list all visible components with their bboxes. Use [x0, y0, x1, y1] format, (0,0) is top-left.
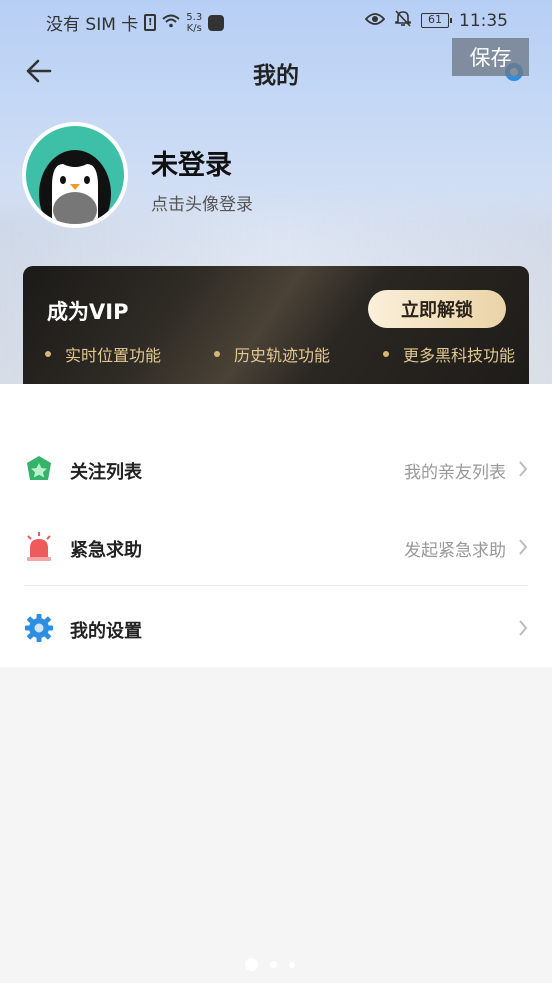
menu-item-label: 关注列表 [70, 462, 142, 483]
unlock-button[interactable]: 立即解锁 [368, 290, 506, 328]
menu-item-settings[interactable]: 我的设置 [0, 589, 552, 667]
login-hint[interactable]: 点击头像登录 [151, 190, 253, 215]
page-indicator [245, 958, 295, 971]
chevron-right-icon [519, 461, 528, 477]
bullet-dot-icon [382, 351, 389, 357]
clock: 11:35 [459, 10, 508, 31]
divider [24, 585, 528, 586]
vip-feature: 实时位置功能 [45, 342, 161, 366]
app-notification-icon [208, 14, 225, 31]
speed-value: 5.3 [186, 11, 203, 23]
vip-feature-label: 历史轨迹功能 [233, 346, 330, 365]
page-dot [289, 961, 295, 968]
status-bar: 没有 SIM 卡 ! 5.3 K/s 61 11:35 [0, 0, 552, 42]
battery-icon: 61 [421, 13, 452, 28]
vip-title: 成为VIP [47, 300, 129, 324]
username: 未登录 [151, 150, 232, 181]
vip-feature-label: 实时位置功能 [65, 346, 162, 365]
vip-feature-list: 实时位置功能 历史轨迹功能 更多黑科技功能 [45, 342, 515, 366]
menu-item-emergency[interactable]: 紧急求助 发起紧急求助 [0, 508, 552, 586]
save-button[interactable]: 保存 [452, 38, 529, 76]
network-speed: 5.3 K/s [186, 12, 202, 34]
vip-feature: 更多黑科技功能 [382, 342, 515, 366]
carrier-text: 没有 SIM 卡 [46, 15, 139, 35]
eye-icon [364, 11, 386, 30]
vip-banner[interactable]: 成为VIP 立即解锁 实时位置功能 历史轨迹功能 更多黑科技功能 [23, 266, 529, 384]
star-shield-icon [27, 456, 51, 480]
bullet-dot-icon [213, 351, 220, 357]
alarm-siren-icon [27, 532, 51, 561]
avatar[interactable] [22, 122, 128, 228]
title-bar: 我的 保存 [0, 38, 552, 102]
no-sim-icon: ! [144, 14, 157, 31]
wifi-icon [162, 14, 180, 32]
vip-feature-label: 更多黑科技功能 [402, 346, 515, 365]
gear-icon [25, 614, 53, 642]
menu-item-desc: 我的亲友列表 [404, 463, 506, 483]
menu-item-label: 紧急求助 [70, 540, 142, 561]
vip-feature: 历史轨迹功能 [213, 342, 330, 366]
menu-list: 关注列表 我的亲友列表 紧急求助 发起紧急求助 我的设置 [0, 384, 552, 667]
page-dot-active [245, 958, 258, 971]
bullet-dot-icon [45, 351, 51, 357]
menu-item-follow-list[interactable]: 关注列表 我的亲友列表 [0, 430, 552, 508]
bell-muted-icon [395, 10, 411, 31]
speed-unit: K/s [186, 22, 202, 34]
chevron-right-icon [519, 620, 528, 636]
page-dot [270, 961, 277, 968]
menu-item-label: 我的设置 [70, 621, 142, 642]
penguin-avatar-icon [26, 126, 124, 224]
chevron-right-icon [519, 539, 528, 555]
menu-item-desc: 发起紧急求助 [404, 541, 506, 561]
